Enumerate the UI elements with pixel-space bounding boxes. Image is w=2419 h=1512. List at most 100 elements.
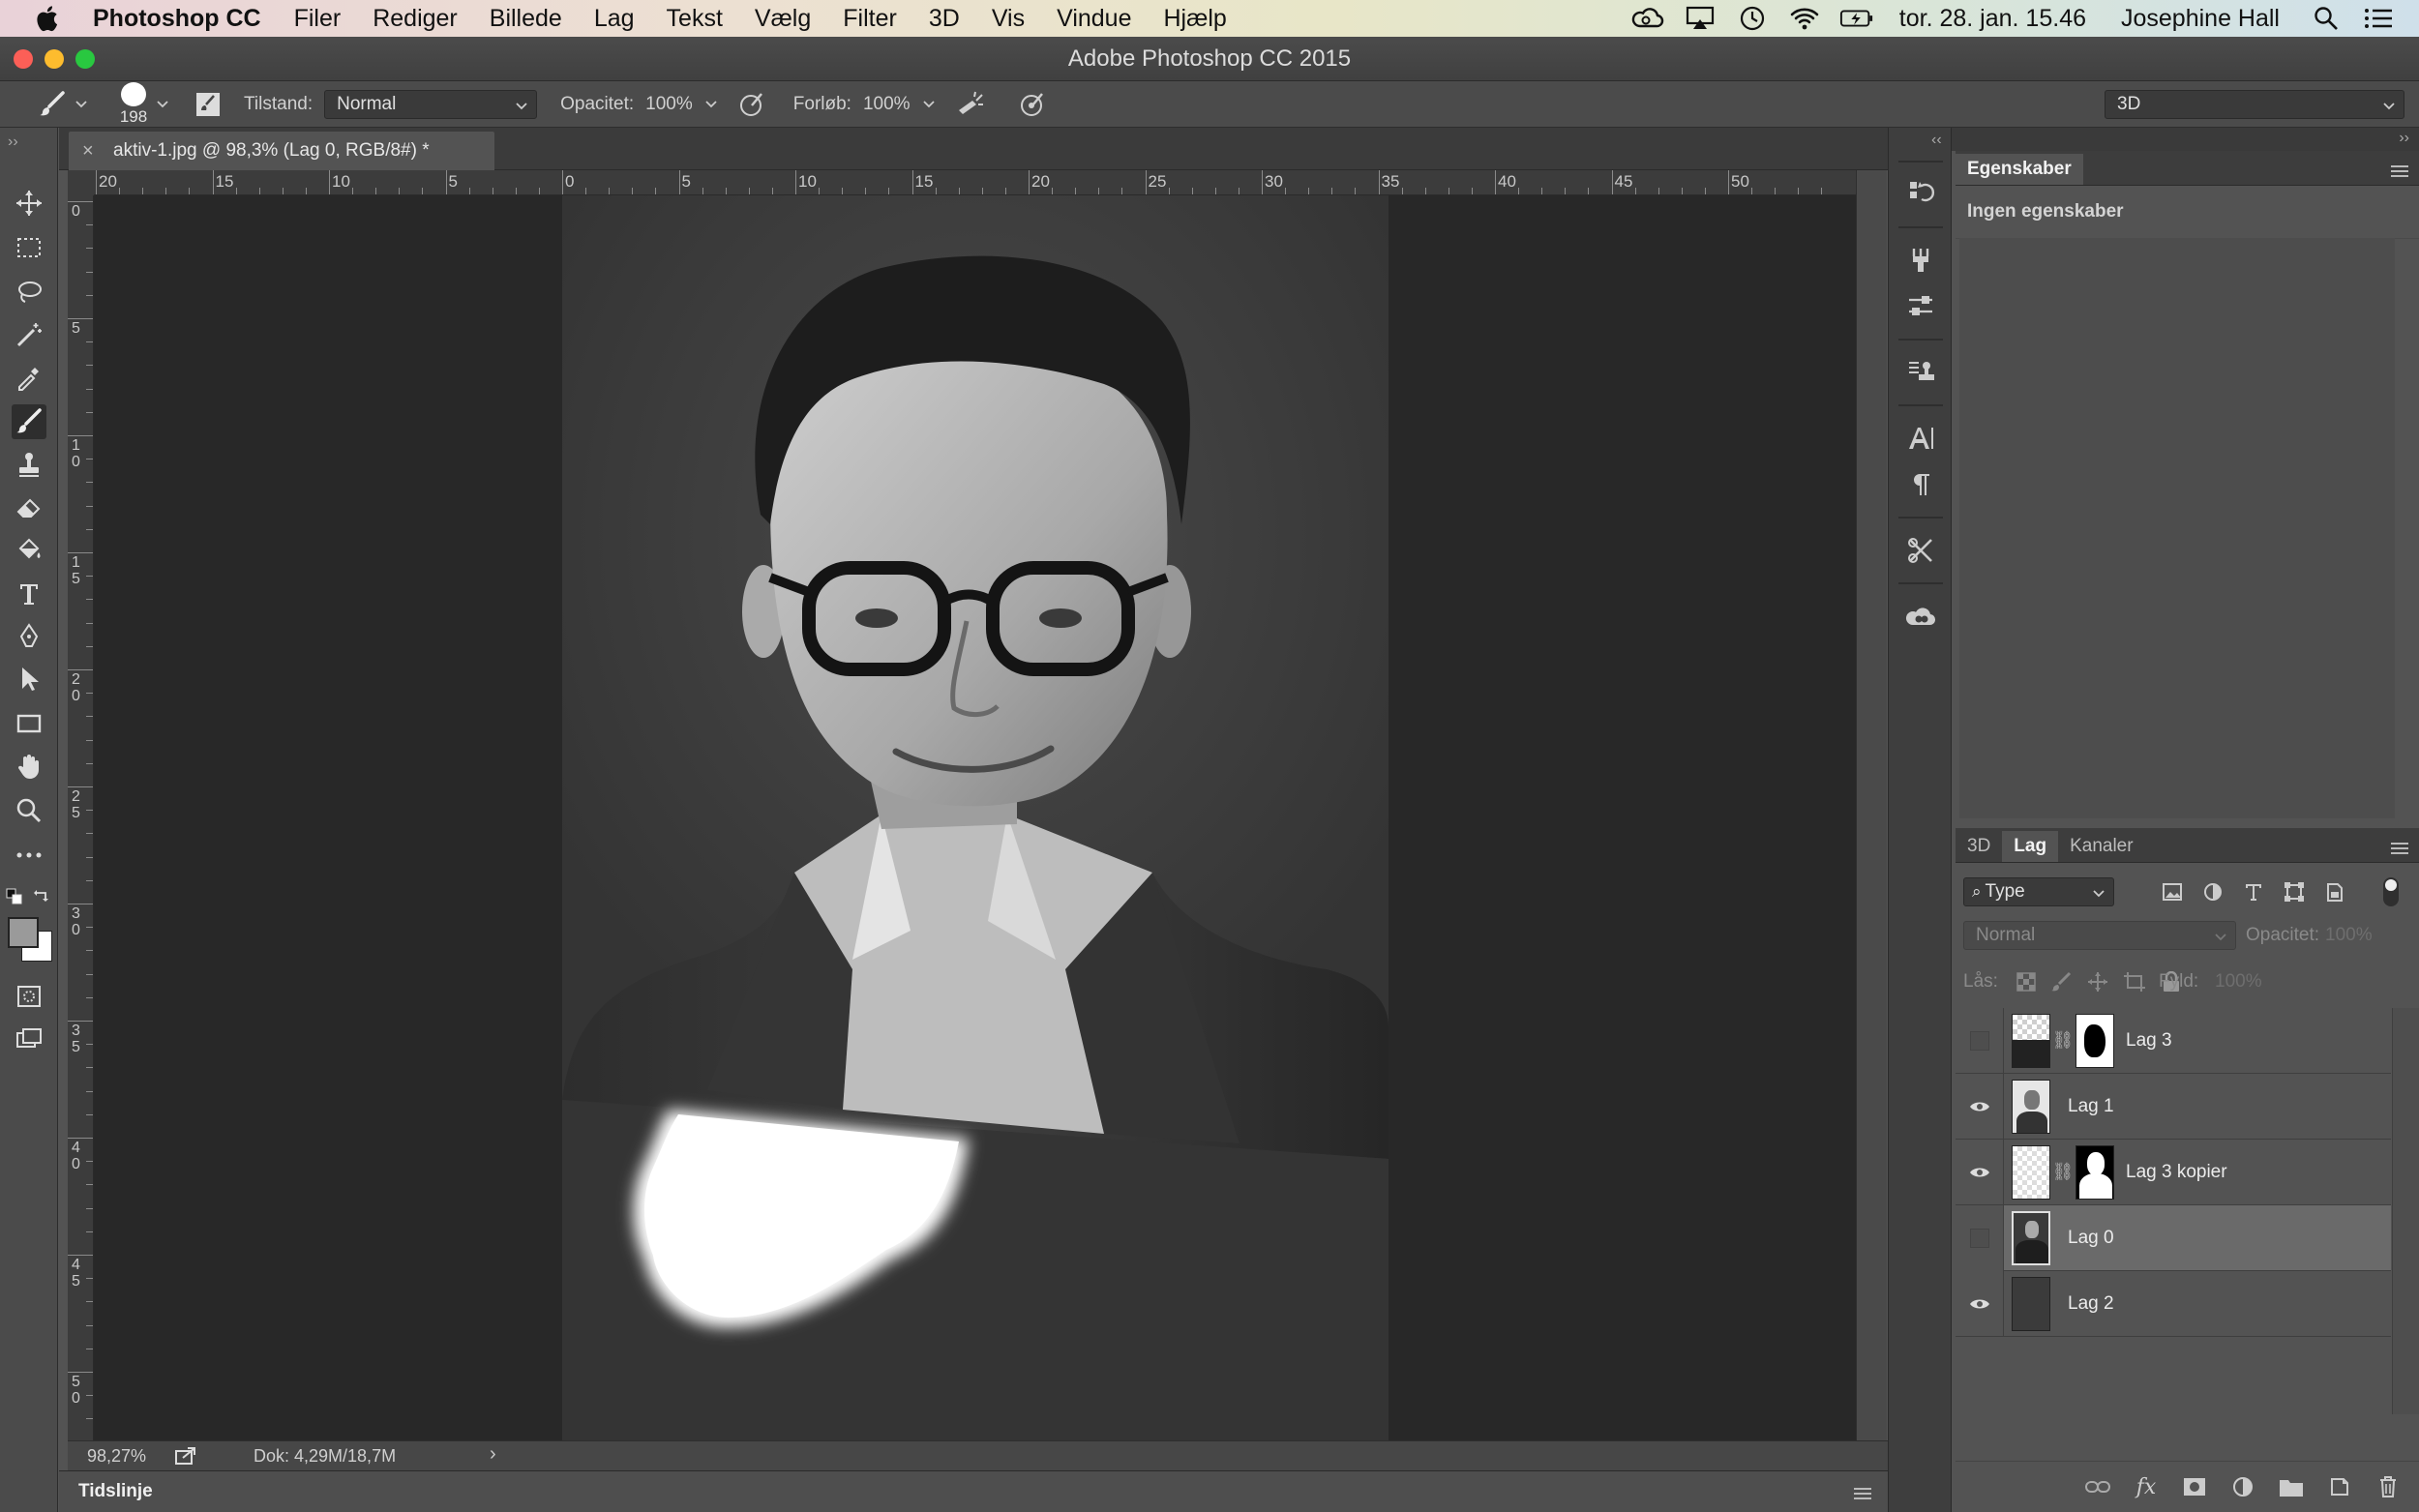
menu-filter[interactable]: Filter: [843, 5, 897, 33]
history-panel-icon[interactable]: [1902, 174, 1939, 211]
menu-filer[interactable]: Filer: [294, 5, 342, 33]
flow-input[interactable]: 100%: [863, 94, 911, 115]
menu-lag[interactable]: Lag: [594, 5, 635, 33]
document-canvas[interactable]: [562, 195, 1389, 1440]
layer-visibility-toggle[interactable]: [1956, 1270, 2004, 1337]
filter-toggle-switch[interactable]: [2383, 877, 2399, 906]
menu-rediger[interactable]: Rediger: [373, 5, 458, 33]
chevron-down-icon[interactable]: [916, 100, 941, 108]
layer-visibility-toggle[interactable]: [1956, 1073, 2004, 1140]
zoom-level[interactable]: 98,27%: [87, 1446, 174, 1467]
panel-menu-icon[interactable]: [2390, 163, 2409, 184]
airbrush-icon[interactable]: [955, 91, 986, 118]
tab-3d[interactable]: 3D: [1956, 831, 2002, 862]
notification-center-icon[interactable]: [2361, 4, 2396, 33]
creative-cloud-icon[interactable]: [1630, 4, 1665, 33]
layer-blend-mode-select[interactable]: Normal: [1963, 921, 2236, 950]
tab-kanaler[interactable]: Kanaler: [2058, 831, 2145, 862]
more-tools-icon[interactable]: [12, 838, 46, 873]
panel-menu-icon[interactable]: [2390, 840, 2409, 861]
menu-3d[interactable]: 3D: [929, 5, 960, 33]
new-adjustment-layer-icon[interactable]: [2229, 1473, 2256, 1500]
layer-filter-kind-select[interactable]: ⌕ Type: [1963, 877, 2114, 906]
lock-pixels-icon[interactable]: [2043, 971, 2079, 993]
window-minimize-button[interactable]: [45, 49, 64, 69]
new-layer-icon[interactable]: [2326, 1473, 2353, 1500]
menubar-user[interactable]: Josephine Hall: [2121, 5, 2280, 33]
filter-smart-objects-icon[interactable]: [2319, 881, 2350, 903]
app-menu-name[interactable]: Photoshop CC: [93, 5, 261, 33]
document-tab[interactable]: × aktiv-1.jpg @ 98,3% (Lag 0, RGB/8#) *: [69, 132, 494, 170]
layer-visibility-toggle[interactable]: [1956, 1139, 2004, 1205]
timeline-panel-header[interactable]: Tidslinje: [59, 1470, 1888, 1512]
window-close-button[interactable]: [14, 49, 33, 69]
pressure-size-icon[interactable]: [1017, 91, 1048, 118]
layer-name[interactable]: Lag 3 kopier: [2126, 1162, 2227, 1183]
layer-row-lag-3[interactable]: ⛓ Lag 3: [1956, 1007, 2391, 1074]
zoom-tool-icon[interactable]: [12, 793, 46, 828]
add-mask-icon[interactable]: [2181, 1473, 2208, 1500]
vertical-ruler[interactable]: 05101520253035404550: [68, 195, 94, 1440]
brush-tool-icon[interactable]: [12, 404, 46, 439]
rectangle-tool-icon[interactable]: [12, 706, 46, 741]
opacity-input[interactable]: 100%: [645, 94, 693, 115]
menu-vindue[interactable]: Vindue: [1057, 5, 1131, 33]
apple-icon[interactable]: [33, 3, 64, 34]
move-tool-icon[interactable]: [12, 186, 46, 221]
panel-collapse-icon[interactable]: ››: [8, 133, 18, 151]
menu-billede[interactable]: Billede: [490, 5, 562, 33]
fill-input[interactable]: 100%: [2215, 971, 2262, 993]
new-group-icon[interactable]: [2278, 1473, 2305, 1500]
mask-link-icon[interactable]: ⛓: [2050, 1030, 2076, 1051]
screen-mode-icon[interactable]: [12, 1022, 46, 1056]
libraries-panel-icon[interactable]: [1902, 598, 1939, 635]
mask-link-icon[interactable]: ⛓: [2050, 1162, 2076, 1182]
chevron-right-icon[interactable]: ›: [490, 1443, 496, 1466]
document-size-info[interactable]: Dok: 4,29M/18,7M: [254, 1446, 396, 1467]
chevron-down-icon[interactable]: [153, 100, 172, 108]
panel-collapse-icon[interactable]: ››: [2399, 130, 2409, 147]
canvas-pasteboard[interactable]: [94, 195, 1856, 1440]
layer-name[interactable]: Lag 2: [2068, 1293, 2114, 1315]
chevron-down-icon[interactable]: [699, 100, 724, 108]
lock-artboard-icon[interactable]: [2116, 971, 2153, 993]
spotlight-search-icon[interactable]: [2309, 4, 2344, 33]
brush-presets-panel-icon[interactable]: [1902, 242, 1939, 279]
layer-name[interactable]: Lag 0: [2068, 1228, 2114, 1249]
panel-collapse-icon[interactable]: ‹‹: [1931, 132, 1942, 149]
workspace-select[interactable]: 3D: [2105, 89, 2404, 119]
tool-presets-panel-icon[interactable]: [1902, 532, 1939, 569]
lock-transparent-icon[interactable]: [2010, 972, 2043, 992]
tab-lag[interactable]: Lag: [2002, 831, 2059, 862]
eraser-tool-icon[interactable]: [12, 489, 46, 524]
layer-opacity-input[interactable]: 100%: [2325, 925, 2373, 946]
delete-layer-icon[interactable]: [2374, 1473, 2402, 1500]
vertical-scrollbar[interactable]: [1856, 170, 1887, 1440]
close-tab-icon[interactable]: ×: [82, 140, 102, 163]
layer-visibility-toggle[interactable]: [1956, 1007, 2004, 1074]
share-icon[interactable]: [174, 1446, 213, 1466]
ruler-corner[interactable]: [68, 170, 94, 195]
tab-egenskaber[interactable]: Egenskaber: [1956, 154, 2083, 185]
marquee-tool-icon[interactable]: [12, 230, 46, 265]
foreground-color-swatch[interactable]: [8, 917, 39, 948]
panel-menu-icon[interactable]: [1853, 1485, 1872, 1506]
layer-row-lag-3-kopier[interactable]: ⛓ Lag 3 kopier: [1956, 1139, 2391, 1205]
menu-vaelg[interactable]: Vælg: [755, 5, 811, 33]
layer-thumbnail[interactable]: [2012, 1210, 2050, 1265]
layer-thumbnail[interactable]: [2012, 1276, 2050, 1331]
menu-hjaelp[interactable]: Hjælp: [1164, 5, 1227, 33]
filter-adjustment-layers-icon[interactable]: [2197, 881, 2228, 903]
paragraph-panel-icon[interactable]: [1902, 466, 1939, 503]
clone-source-panel-icon[interactable]: [1902, 354, 1939, 391]
layer-thumbnail[interactable]: [2012, 1079, 2050, 1134]
horizontal-ruler[interactable]: 20 15 10 5 0 5 10 15 20 25 30 35 40 45 50: [94, 170, 1856, 195]
wifi-icon[interactable]: [1787, 4, 1822, 33]
chevron-down-icon[interactable]: [72, 100, 91, 108]
layer-name[interactable]: Lag 1: [2068, 1096, 2114, 1117]
default-colors-icon[interactable]: [6, 888, 23, 910]
swap-colors-icon[interactable]: [33, 888, 50, 910]
lasso-tool-icon[interactable]: [12, 275, 46, 310]
menubar-clock[interactable]: tor. 28. jan. 15.46: [1899, 5, 2086, 33]
pressure-opacity-icon[interactable]: [737, 91, 766, 118]
